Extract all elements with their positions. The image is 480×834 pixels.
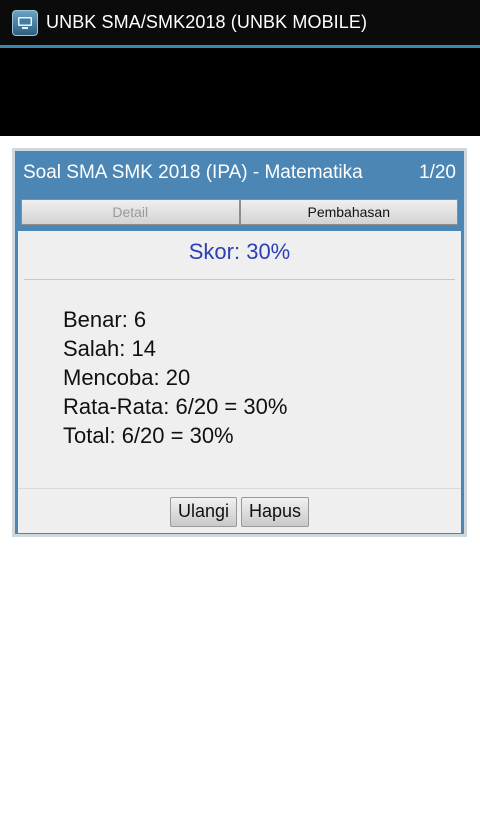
divider: [24, 279, 455, 280]
dialog-frame: Soal SMA SMK 2018 (IPA) - Matematika 1/2…: [15, 151, 464, 534]
stat-average: Rata-Rata: 6/20 = 30%: [63, 394, 288, 419]
stat-total: Total: 6/20 = 30%: [63, 423, 234, 448]
dialog-title: Soal SMA SMK 2018 (IPA) - Matematika: [23, 162, 363, 183]
page-indicator: 1/20: [419, 162, 456, 183]
black-area: [0, 48, 480, 136]
stats-list: Benar: 6 Salah: 14 Mencoba: 20 Rata-Rata…: [63, 305, 287, 450]
retry-button[interactable]: Ulangi: [169, 496, 237, 527]
stat-correct: Benar: 6: [63, 307, 147, 332]
score-label: Skor: 30%: [188, 239, 291, 264]
result-content: Skor: 30% Benar: 6 Salah: 14 Mencoba: 20…: [18, 231, 461, 533]
tab-pembahasan[interactable]: Pembahasan: [239, 199, 458, 225]
result-dialog: Soal SMA SMK 2018 (IPA) - Matematika 1/2…: [12, 148, 467, 537]
dialog-footer: Ulangi Hapus: [18, 488, 461, 534]
title-bar: UNBK SMA/SMK2018 (UNBK MOBILE): [0, 0, 480, 45]
dialog-header: Soal SMA SMK 2018 (IPA) - Matematika 1/2…: [15, 151, 464, 195]
tab-detail[interactable]: Detail: [21, 199, 240, 225]
delete-button[interactable]: Hapus: [241, 496, 310, 527]
app-icon: [12, 9, 38, 36]
stat-wrong: Salah: 14: [63, 336, 156, 361]
stat-attempts: Mencoba: 20: [63, 365, 191, 390]
app-title: UNBK SMA/SMK2018 (UNBK MOBILE): [46, 12, 368, 32]
tab-bar: Detail Pembahasan: [21, 199, 458, 225]
